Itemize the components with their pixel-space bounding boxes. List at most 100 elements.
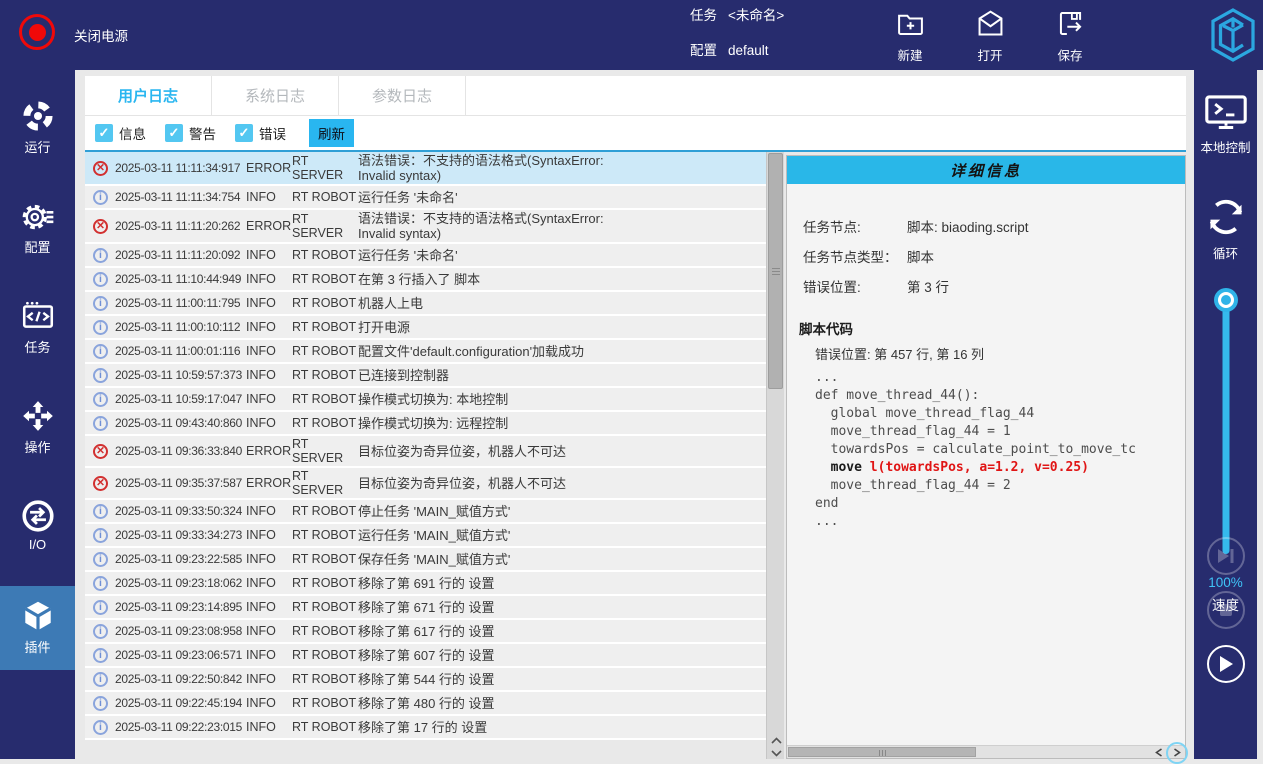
refresh-button[interactable]: 刷新 bbox=[309, 119, 354, 147]
log-level: INFO bbox=[246, 320, 292, 334]
log-row[interactable]: i 2025-03-11 09:23:14:895 INFO RT ROBOT … bbox=[85, 596, 766, 620]
log-level: INFO bbox=[246, 504, 292, 518]
log-timestamp: 2025-03-11 09:43:40:860 bbox=[115, 416, 246, 430]
sidebar-item-config[interactable]: 配置 bbox=[0, 186, 75, 270]
loop-button[interactable]: 循环 bbox=[1194, 195, 1257, 262]
log-source: RT ROBOT bbox=[292, 504, 358, 518]
sidebar-item-task[interactable]: 任务 bbox=[0, 286, 75, 370]
log-row[interactable]: i 2025-03-11 09:23:18:062 INFO RT ROBOT … bbox=[85, 572, 766, 596]
log-row[interactable]: i 2025-03-11 11:00:11:795 INFO RT ROBOT … bbox=[85, 292, 766, 316]
log-scrollbar[interactable] bbox=[766, 152, 784, 759]
log-row[interactable]: i 2025-03-11 09:22:23:015 INFO RT ROBOT … bbox=[85, 716, 766, 740]
log-row[interactable]: i 2025-03-11 09:23:06:571 INFO RT ROBOT … bbox=[85, 644, 766, 668]
play-icon bbox=[1218, 655, 1234, 673]
log-row[interactable]: ✕ 2025-03-11 11:11:34:917 ERROR RT SERVE… bbox=[85, 152, 766, 186]
log-timestamp: 2025-03-11 09:22:45:194 bbox=[115, 696, 246, 710]
log-row[interactable]: i 2025-03-11 11:10:44:949 INFO RT ROBOT … bbox=[85, 268, 766, 292]
script-error-position: 错误位置: 第 457 行, 第 16 列 bbox=[815, 344, 1185, 363]
code-line: towardsPos = calculate_point_to_move_tc bbox=[815, 441, 1185, 459]
checkbox-checked-icon[interactable]: ✓ bbox=[235, 124, 253, 142]
log-row[interactable]: i 2025-03-11 11:00:10:112 INFO RT ROBOT … bbox=[85, 316, 766, 340]
log-row[interactable]: i 2025-03-11 09:22:45:194 INFO RT ROBOT … bbox=[85, 692, 766, 716]
detail-field-task-node: 任务节点: 脚本: biaoding.script bbox=[803, 216, 1185, 236]
log-source: RT ROBOT bbox=[292, 344, 358, 358]
sidebar-item-plugin[interactable]: 插件 bbox=[0, 586, 75, 670]
filter-checkbox-info[interactable]: ✓ 信息 bbox=[95, 123, 146, 143]
log-row[interactable]: i 2025-03-11 09:33:50:324 INFO RT ROBOT … bbox=[85, 500, 766, 524]
icon-run bbox=[20, 98, 56, 134]
info-icon: i bbox=[93, 296, 108, 311]
log-scrollbar-thumb[interactable] bbox=[768, 153, 783, 389]
log-row[interactable]: ✕ 2025-03-11 11:11:20:262 ERROR RT SERVE… bbox=[85, 210, 766, 244]
log-message: 移除了第 671 行的 设置 bbox=[358, 600, 762, 615]
speed-slider[interactable] bbox=[1214, 292, 1238, 562]
log-message: 语法错误：不支持的语法格式(SyntaxError: Invalid synta… bbox=[358, 153, 762, 183]
scroll-down-icon[interactable] bbox=[771, 750, 782, 757]
power-off-button[interactable] bbox=[19, 14, 55, 50]
log-row[interactable]: i 2025-03-11 09:23:08:958 INFO RT ROBOT … bbox=[85, 620, 766, 644]
filter-checkbox-warning[interactable]: ✓ 警告 bbox=[165, 123, 216, 143]
log-message: 操作模式切换为: 本地控制 bbox=[358, 392, 762, 407]
log-message: 打开电源 bbox=[358, 320, 762, 335]
sidebar-item-run[interactable]: 运行 bbox=[0, 86, 75, 170]
info-icon: i bbox=[93, 672, 108, 687]
toolbar-action-label: 保存 bbox=[1057, 45, 1082, 64]
stop-icon bbox=[1219, 603, 1233, 617]
speed-slider-thumb[interactable] bbox=[1218, 292, 1234, 308]
icon-operate bbox=[20, 398, 56, 434]
log-level: INFO bbox=[246, 296, 292, 310]
sidebar-item-operate[interactable]: 操作 bbox=[0, 386, 75, 470]
log-source: RT SERVER bbox=[292, 212, 358, 240]
open-button[interactable]: 打开 bbox=[960, 8, 1020, 64]
log-timestamp: 2025-03-11 11:11:20:262 bbox=[115, 219, 246, 233]
log-message: 机器人上电 bbox=[358, 296, 762, 311]
field-value: 脚本 bbox=[907, 246, 934, 266]
stop-button[interactable] bbox=[1207, 591, 1245, 629]
checkbox-checked-icon[interactable]: ✓ bbox=[95, 124, 113, 142]
info-icon: i bbox=[93, 416, 108, 431]
tab-param-log[interactable]: 参数日志 bbox=[339, 76, 466, 115]
scroll-left-icon[interactable] bbox=[1155, 748, 1163, 757]
log-row[interactable]: i 2025-03-11 09:33:34:273 INFO RT ROBOT … bbox=[85, 524, 766, 548]
log-source: RT SERVER bbox=[292, 437, 358, 465]
scroll-right-icon[interactable] bbox=[1173, 748, 1181, 757]
local-control-button[interactable]: 本地控制 bbox=[1194, 92, 1257, 156]
log-row[interactable]: i 2025-03-11 10:59:17:047 INFO RT ROBOT … bbox=[85, 388, 766, 412]
tab-user-log[interactable]: 用户日志 bbox=[85, 76, 212, 115]
log-source: RT ROBOT bbox=[292, 672, 358, 686]
log-row[interactable]: ✕ 2025-03-11 09:35:37:587 ERROR RT SERVE… bbox=[85, 468, 766, 500]
filter-checkbox-error[interactable]: ✓ 错误 bbox=[235, 123, 286, 143]
log-message: 移除了第 17 行的 设置 bbox=[358, 720, 762, 735]
info-icon: i bbox=[93, 648, 108, 663]
log-message: 保存任务 'MAIN_赋值方式' bbox=[358, 552, 762, 567]
log-tab-bar: 用户日志系统日志参数日志 bbox=[85, 76, 1186, 116]
code-line: move l(towardsPos, a=1.2, v=0.25) bbox=[815, 459, 1185, 477]
log-level: ERROR bbox=[246, 444, 292, 458]
log-source: RT SERVER bbox=[292, 469, 358, 497]
detail-scrollbar-thumb[interactable] bbox=[788, 747, 976, 757]
tab-sys-log[interactable]: 系统日志 bbox=[212, 76, 339, 115]
log-row[interactable]: i 2025-03-11 11:11:34:754 INFO RT ROBOT … bbox=[85, 186, 766, 210]
log-row[interactable]: i 2025-03-11 09:22:50:842 INFO RT ROBOT … bbox=[85, 668, 766, 692]
log-row[interactable]: i 2025-03-11 10:59:57:373 INFO RT ROBOT … bbox=[85, 364, 766, 388]
sidebar-item-io[interactable]: I/O bbox=[0, 486, 75, 570]
log-row[interactable]: ✕ 2025-03-11 09:36:33:840 ERROR RT SERVE… bbox=[85, 436, 766, 468]
log-row[interactable]: i 2025-03-11 11:00:01:116 INFO RT ROBOT … bbox=[85, 340, 766, 364]
checkbox-checked-icon[interactable]: ✓ bbox=[165, 124, 183, 142]
play-button[interactable] bbox=[1207, 645, 1245, 683]
icon-plugin bbox=[20, 598, 56, 634]
log-table: ✕ 2025-03-11 11:11:34:917 ERROR RT SERVE… bbox=[85, 152, 766, 759]
new-button[interactable]: 新建 bbox=[880, 8, 940, 64]
log-row[interactable]: i 2025-03-11 09:23:22:585 INFO RT ROBOT … bbox=[85, 548, 766, 572]
speed-slider-track[interactable] bbox=[1222, 302, 1229, 554]
log-row[interactable]: i 2025-03-11 11:11:20:092 INFO RT ROBOT … bbox=[85, 244, 766, 268]
step-next-button[interactable] bbox=[1207, 537, 1245, 575]
detail-scrollbar[interactable] bbox=[787, 745, 1185, 758]
save-button[interactable]: 保存 bbox=[1040, 8, 1100, 64]
log-row[interactable]: i 2025-03-11 09:43:40:860 INFO RT ROBOT … bbox=[85, 412, 766, 436]
scroll-up-icon[interactable] bbox=[771, 737, 782, 744]
local-control-icon bbox=[1202, 92, 1250, 133]
info-icon: i bbox=[93, 392, 108, 407]
field-label: 任务节点类型： bbox=[803, 246, 907, 266]
log-timestamp: 2025-03-11 10:59:17:047 bbox=[115, 392, 246, 406]
